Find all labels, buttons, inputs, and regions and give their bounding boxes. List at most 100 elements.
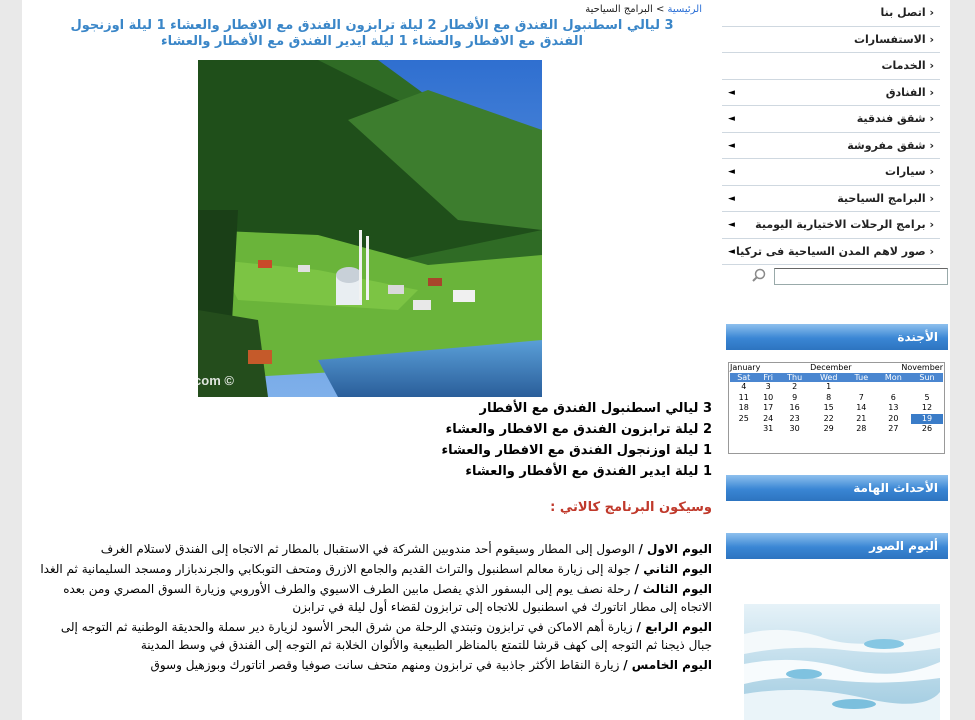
- calendar-day[interactable]: 23: [779, 414, 811, 425]
- day-text: زيارة أهم الاماكن في ترابزون وتبتدي الرح…: [60, 620, 712, 652]
- program-heading: وسيكون البرنامج كالاتي :: [550, 500, 712, 515]
- itinerary-day: اليوم الرابع / زيارة أهم الاماكن في تراب…: [34, 618, 712, 654]
- calendar-weekday: Sun: [911, 373, 943, 382]
- nav-item-inquiries[interactable]: الاستفسارات: [722, 27, 940, 53]
- package-list: 3 ليالي اسطنبول الفندق مع الأفطار 2 ليلة…: [312, 398, 712, 482]
- day-label: اليوم الرابع /: [636, 620, 712, 634]
- calendar-day[interactable]: 22: [810, 414, 847, 425]
- calendar-weekday: Thu: [778, 373, 811, 382]
- calendar-day[interactable]: 15: [810, 403, 847, 414]
- calendar-day[interactable]: 16: [779, 403, 811, 414]
- nav-item-cars[interactable]: سيارات ◄: [722, 159, 940, 186]
- calendar-day[interactable]: 13: [876, 403, 911, 414]
- calendar-day[interactable]: 18: [730, 403, 758, 414]
- calendar-week: 18 17 16 15 14 13 12: [730, 403, 943, 414]
- nav-item-label: الفنادق: [886, 86, 934, 99]
- submenu-arrow-icon: ◄: [728, 87, 735, 98]
- itinerary-day: اليوم الخامس / زيارة النقاط الأكثر جاذبي…: [34, 656, 712, 674]
- calendar-day[interactable]: 2: [779, 382, 811, 393]
- calendar-day[interactable]: 9: [779, 393, 811, 404]
- main-content: الرئيسية > البرامج السياحية 3 ليالي اسطن…: [22, 0, 712, 720]
- calendar-panel-header: الأجندة: [726, 324, 948, 350]
- nav-item-label: الاستفسارات: [854, 33, 934, 46]
- sidebar: اتصل بنا الاستفسارات الخدمات الفنادق ◄ شق…: [722, 0, 950, 720]
- calendar-header: January December November: [729, 363, 944, 373]
- calendar-day[interactable]: 19: [911, 413, 943, 424]
- breadcrumb-separator: >: [652, 4, 668, 15]
- nav-item-tour-programs[interactable]: البرامج السياحية ◄: [722, 186, 940, 212]
- nav-item-label: اتصل بنا: [880, 6, 934, 19]
- itinerary-day: اليوم الاول / الوصول إلى المطار وسيقوم أ…: [34, 540, 712, 558]
- nav-item-hotels[interactable]: الفنادق ◄: [722, 80, 940, 106]
- mountain-village-image: © All Right Reserved , 3arabtravel.com: [198, 60, 542, 397]
- calendar-empty-cell: [876, 382, 911, 393]
- calendar-day[interactable]: 20: [876, 414, 911, 425]
- calendar-day[interactable]: 1: [810, 382, 847, 393]
- calendar-day[interactable]: 14: [847, 403, 876, 414]
- calendar-weekday: Fri: [757, 373, 779, 382]
- nav-item-label: شقق فندقية: [857, 112, 934, 125]
- day-text: الوصول إلى المطار وسيقوم أحد مندوبين الش…: [100, 542, 639, 556]
- package-item: 1 ليلة اوزنجول الفندق مع الافطار والعشاء: [441, 443, 712, 458]
- nav-item-city-photos[interactable]: صور لاهم المدن السياحية فى تركيا◄: [722, 239, 940, 265]
- calendar-empty-cell: [847, 382, 876, 393]
- calendar-day[interactable]: 4: [730, 382, 758, 393]
- day-label: اليوم الاول /: [638, 542, 713, 556]
- search-input[interactable]: [774, 268, 948, 285]
- nav-item-services[interactable]: الخدمات: [722, 53, 940, 80]
- calendar-day[interactable]: 30: [779, 424, 811, 435]
- photo-watermark: © All Right Reserved , 3arabtravel.com: [198, 373, 234, 388]
- events-panel-header: الأحداث الهامة: [726, 475, 948, 501]
- calendar-weekdays: Sat Fri Thu Wed Tue Mon Sun: [730, 373, 943, 382]
- search-icon[interactable]: [752, 268, 766, 282]
- calendar-weekday: Tue: [846, 373, 876, 382]
- calendar-week: 11 10 9 8 7 6 5: [730, 393, 943, 404]
- calendar-day[interactable]: 6: [876, 393, 911, 404]
- calendar-next-month[interactable]: November: [901, 363, 943, 373]
- calendar-day[interactable]: 7: [847, 393, 876, 404]
- calendar-day[interactable]: 5: [911, 393, 943, 404]
- itinerary-day: اليوم الثاني / جولة إلى زيارة معالم اسطن…: [34, 560, 712, 578]
- page-title: 3 ليالي اسطنبول الفندق مع الأفطار 2 ليلة…: [70, 18, 674, 49]
- day-text: جولة إلى زيارة معالم اسطنبول والتراث الق…: [40, 562, 635, 576]
- package-item: 1 ليلة ايدير الفندق مع الأفطار والعشاء: [465, 464, 712, 479]
- calendar-day[interactable]: 25: [730, 414, 758, 425]
- calendar-day[interactable]: 21: [847, 414, 876, 425]
- nav-item-contact[interactable]: اتصل بنا: [722, 0, 940, 27]
- album-panel-header: ألبوم الصور: [726, 533, 948, 559]
- calendar-prev-month[interactable]: January: [730, 363, 760, 373]
- calendar-day[interactable]: 10: [758, 393, 779, 404]
- submenu-arrow-icon: ◄: [728, 220, 735, 230]
- calendar-day[interactable]: 11: [730, 393, 758, 404]
- photo-album[interactable]: [744, 604, 940, 720]
- calendar-empty-cell: [911, 382, 943, 393]
- nav-item-label: صور لاهم المدن السياحية فى تركيا: [736, 245, 934, 258]
- package-item: 2 ليلة ترابزون الفندق مع الافطار والعشاء: [445, 422, 712, 437]
- nav-item-furnished-apartments[interactable]: شقق مفروشة ◄: [722, 133, 940, 159]
- breadcrumb-home-link[interactable]: الرئيسية: [668, 4, 702, 15]
- day-label: اليوم الثاني /: [634, 562, 712, 576]
- calendar-weekday: Wed: [810, 373, 847, 382]
- calendar-day[interactable]: 27: [876, 424, 911, 435]
- page-gutter-left: [0, 0, 22, 720]
- calendar-week: 4321: [730, 382, 943, 393]
- submenu-arrow-icon: ◄: [728, 246, 735, 257]
- submenu-arrow-icon: ◄: [728, 114, 735, 124]
- calendar-week: 25 24 23 22 21 20 19: [730, 413, 943, 425]
- tour-photo: © All Right Reserved , 3arabtravel.com: [198, 60, 542, 397]
- calendar-day[interactable]: 31: [758, 424, 779, 435]
- calendar-day[interactable]: 26: [911, 424, 943, 435]
- calendar-day[interactable]: 3: [758, 382, 779, 393]
- calendar-day[interactable]: 29: [810, 424, 847, 435]
- calendar-week: 31 30 29 28 27 26: [730, 424, 943, 435]
- nav-item-daily-trips[interactable]: برامج الرحلات الاختيارية اليومية ◄: [722, 212, 940, 239]
- calendar-day[interactable]: 28: [847, 424, 876, 435]
- nav-item-hotel-apartments[interactable]: شقق فندقية ◄: [722, 106, 940, 133]
- calendar-weekday: Sat: [730, 373, 758, 382]
- nav-item-label: برامج الرحلات الاختيارية اليومية: [755, 218, 934, 231]
- calendar-day[interactable]: 12: [911, 403, 943, 414]
- calendar-day[interactable]: 24: [758, 414, 779, 425]
- calendar-day[interactable]: 17: [758, 403, 779, 414]
- day-label: اليوم الخامس /: [623, 658, 712, 672]
- calendar-day[interactable]: 8: [810, 393, 847, 404]
